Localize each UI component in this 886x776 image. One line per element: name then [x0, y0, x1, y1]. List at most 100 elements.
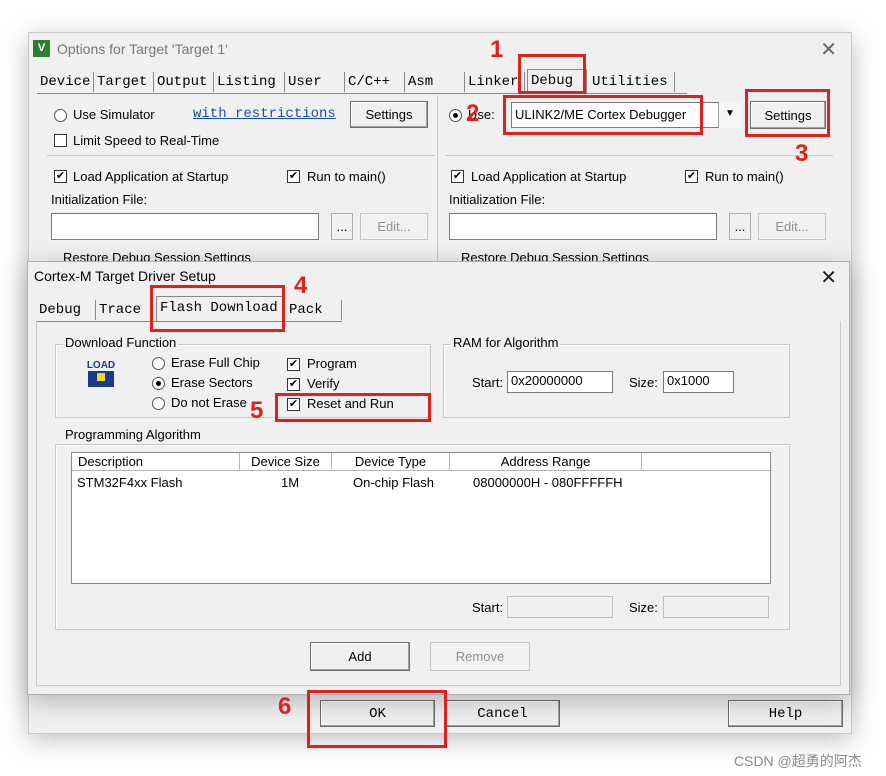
add-button[interactable]: Add [310, 642, 410, 671]
col-empty [642, 453, 770, 471]
col-device-size[interactable]: Device Size [240, 453, 332, 471]
load-icon-text: LOAD [86, 360, 116, 371]
right-run-to-main-label: Run to main() [705, 169, 784, 184]
inner-tab-trace[interactable]: Trace [96, 300, 153, 320]
ram-start-value: 0x20000000 [511, 373, 583, 388]
reset-and-run-label: Reset and Run [307, 396, 394, 411]
simulator-settings-button[interactable]: Settings [350, 101, 428, 128]
table-row[interactable]: STM32F4xx Flash 1M On-chip Flash 0800000… [72, 473, 770, 493]
outer-tab-strip: Device Target Output Listing User C/C++ … [37, 69, 687, 94]
with-restrictions-link[interactable]: with restrictions [193, 106, 336, 122]
annotation-4: 4 [294, 272, 308, 299]
erase-full-chip-radio[interactable] [152, 357, 165, 370]
ram-start-input[interactable]: 0x20000000 [507, 371, 613, 393]
left-run-to-main-checkbox[interactable]: ✔ [287, 170, 300, 183]
tab-linker[interactable]: Linker [465, 72, 525, 92]
help-button[interactable]: Help [728, 700, 843, 727]
right-load-app-label: Load Application at Startup [471, 169, 627, 184]
debugger-settings-button[interactable]: Settings [750, 101, 826, 129]
tab-device[interactable]: Device [37, 72, 94, 92]
app-icon: V [33, 40, 50, 57]
annotation-2: 2 [466, 100, 480, 127]
close-icon[interactable]: ✕ [820, 37, 837, 62]
erase-sectors-label: Erase Sectors [171, 375, 253, 390]
driver-setup-window: Cortex-M Target Driver Setup ✕ Debug Tra… [27, 261, 850, 695]
left-load-app-label: Load Application at Startup [73, 169, 229, 184]
annotation-3: 3 [795, 140, 809, 167]
algorithm-table[interactable]: Description Device Size Device Type Addr… [71, 452, 771, 584]
right-load-app-checkbox[interactable]: ✔ [451, 170, 464, 183]
col-address-range[interactable]: Address Range [450, 453, 642, 471]
algo-size-input[interactable] [663, 596, 769, 618]
driver-setup-close-icon[interactable]: ✕ [820, 265, 837, 290]
annotation-5: 5 [250, 397, 264, 424]
algo-start-label: Start: [472, 600, 504, 615]
load-icon: LOAD [85, 360, 117, 392]
do-not-erase-label: Do not Erase [171, 395, 247, 410]
tab-output[interactable]: Output [154, 72, 214, 92]
annotation-1: 1 [490, 36, 504, 63]
use-debugger-radio[interactable] [449, 109, 462, 122]
left-load-app-checkbox[interactable]: ✔ [54, 170, 67, 183]
ram-group-label: RAM for Algorithm [451, 335, 561, 350]
right-browse-button[interactable]: ... [729, 213, 751, 240]
debugger-select-value: ULINK2/ME Cortex Debugger [515, 107, 687, 122]
watermark: CSDN @超勇的阿杰 [734, 753, 862, 769]
cancel-button[interactable]: Cancel [445, 700, 560, 727]
tab-debug[interactable]: Debug [527, 69, 587, 93]
row-device-size: 1M [281, 475, 300, 490]
programming-algorithm-label: Programming Algorithm [63, 427, 203, 442]
right-run-to-main-checkbox[interactable]: ✔ [685, 170, 698, 183]
tab-user[interactable]: User [285, 72, 345, 92]
remove-button[interactable]: Remove [430, 642, 530, 671]
download-function-label: Download Function [63, 335, 179, 350]
tab-listing[interactable]: Listing [214, 72, 285, 92]
erase-sectors-radio[interactable] [152, 377, 165, 390]
do-not-erase-radio[interactable] [152, 397, 165, 410]
right-divider [445, 155, 833, 156]
right-init-file-label: Initialization File: [449, 192, 546, 207]
left-edit-button[interactable]: Edit... [360, 213, 428, 240]
ram-size-input[interactable]: 0x1000 [663, 371, 734, 393]
ram-size-value: 0x1000 [667, 373, 710, 388]
options-titlebar: V Options for Target 'Target 1' ✕ [29, 33, 851, 65]
reset-and-run-checkbox[interactable]: ✔ [287, 398, 300, 411]
left-run-to-main-label: Run to main() [307, 169, 386, 184]
verify-checkbox[interactable]: ✔ [287, 378, 300, 391]
algo-start-input[interactable] [507, 596, 613, 618]
debugger-select[interactable]: ULINK2/ME Cortex Debugger ▼ [511, 102, 741, 128]
ram-size-label: Size: [629, 375, 658, 390]
annotation-6: 6 [278, 693, 292, 720]
driver-setup-title: Cortex-M Target Driver Setup [34, 268, 216, 284]
col-description[interactable]: Description [72, 453, 240, 471]
use-simulator-label: Use Simulator [73, 107, 155, 122]
col-device-type[interactable]: Device Type [332, 453, 450, 471]
inner-tab-flash-download[interactable]: Flash Download [156, 296, 284, 321]
tab-utilities[interactable]: Utilities [589, 72, 675, 92]
algo-size-label: Size: [629, 600, 658, 615]
program-checkbox[interactable]: ✔ [287, 358, 300, 371]
ok-button[interactable]: OK [320, 700, 435, 727]
row-description: STM32F4xx Flash [77, 475, 183, 490]
right-edit-button[interactable]: Edit... [758, 213, 826, 240]
row-device-type: On-chip Flash [353, 475, 434, 490]
limit-speed-checkbox[interactable] [54, 134, 67, 147]
left-divider [47, 155, 435, 156]
use-simulator-radio[interactable] [54, 109, 67, 122]
left-init-file-label: Initialization File: [51, 192, 148, 207]
options-window-title: Options for Target 'Target 1' [57, 41, 228, 57]
right-init-file-input[interactable] [449, 213, 717, 240]
tab-c-cpp[interactable]: C/C++ [345, 72, 405, 92]
dropdown-arrow-icon[interactable]: ▼ [718, 102, 741, 128]
left-init-file-input[interactable] [51, 213, 319, 240]
inner-tab-pack[interactable]: Pack [286, 300, 342, 320]
left-browse-button[interactable]: ... [331, 213, 353, 240]
erase-full-chip-label: Erase Full Chip [171, 355, 260, 370]
ram-start-label: Start: [472, 375, 504, 390]
limit-speed-label: Limit Speed to Real-Time [73, 133, 220, 148]
verify-label: Verify [307, 376, 340, 391]
tab-target[interactable]: Target [94, 72, 154, 92]
inner-tab-debug[interactable]: Debug [36, 300, 96, 320]
panel-separator [437, 95, 438, 270]
tab-asm[interactable]: Asm [405, 72, 465, 92]
